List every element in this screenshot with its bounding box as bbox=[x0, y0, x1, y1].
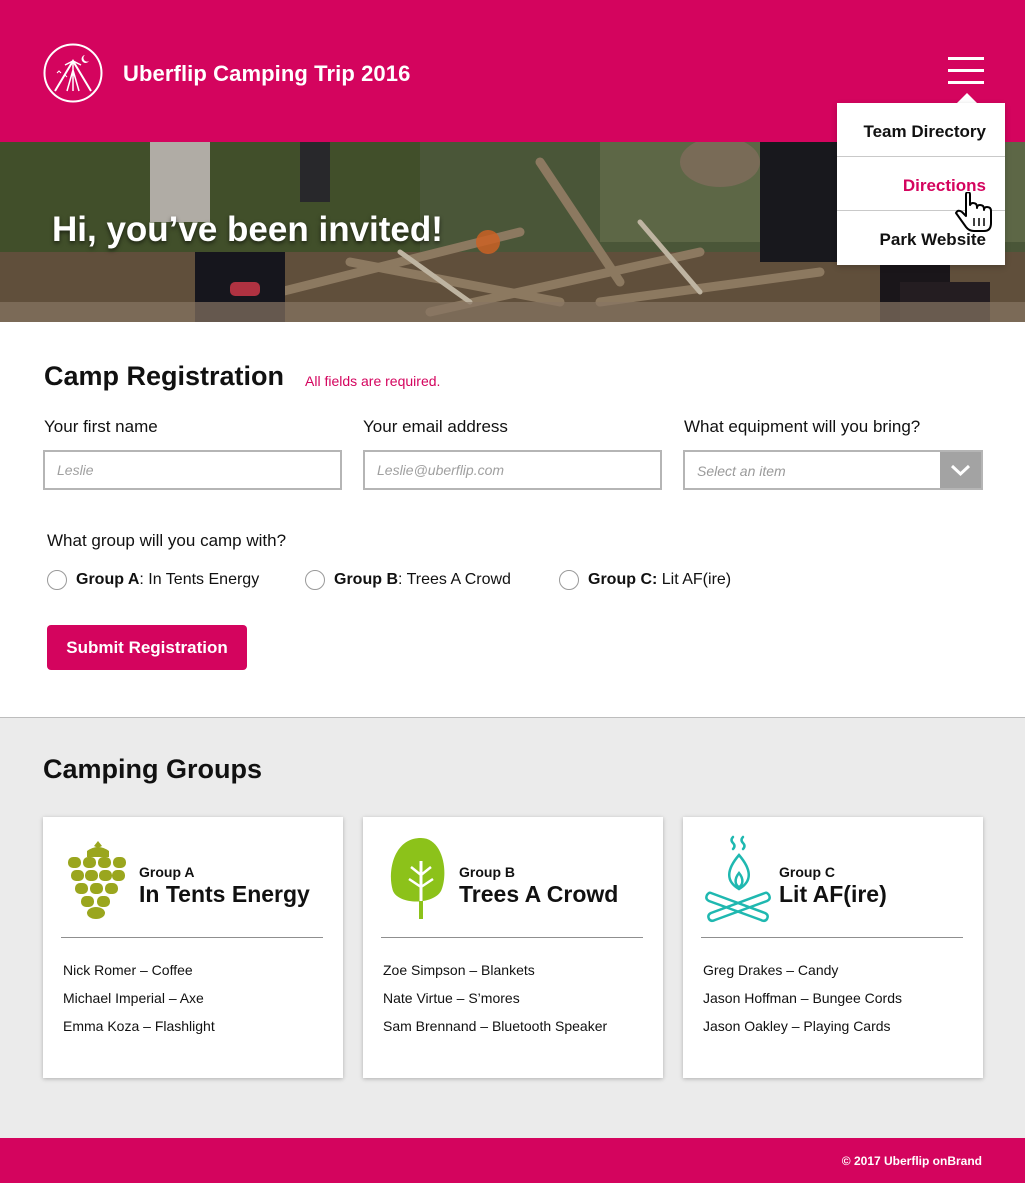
group-c-sub: Group C bbox=[779, 864, 835, 880]
email-input[interactable] bbox=[363, 450, 662, 490]
camping-groups-section: Camping Groups Group A In Tents Energy N… bbox=[0, 717, 1025, 1138]
radio-group-b-name: Trees A Crowd bbox=[402, 571, 511, 588]
radio-group-a-key: Group A bbox=[76, 571, 140, 588]
required-note: All fields are required. bbox=[305, 373, 441, 389]
radio-group-c-name: Lit AF(ire) bbox=[657, 571, 732, 588]
pinecone-icon bbox=[68, 841, 126, 919]
group-b-sub: Group B bbox=[459, 864, 515, 880]
tree-icon bbox=[390, 838, 445, 919]
hamburger-menu-icon[interactable] bbox=[948, 57, 984, 85]
member-item: Jason Oakley – Playing Cards bbox=[703, 1018, 891, 1034]
hand-cursor-icon bbox=[955, 192, 992, 232]
member-item: Nate Virtue – S’mores bbox=[383, 990, 520, 1006]
divider bbox=[61, 937, 323, 938]
equipment-select[interactable]: Select an item bbox=[683, 450, 983, 490]
member-item: Greg Drakes – Candy bbox=[703, 962, 839, 978]
hero-headline: Hi, you’ve been invited! bbox=[52, 210, 443, 249]
site-footer: © 2017 Uberflip onBrand bbox=[0, 1138, 1025, 1183]
group-card-a: Group A In Tents Energy Nick Romer – Cof… bbox=[43, 817, 343, 1078]
group-a-sub: Group A bbox=[139, 864, 195, 880]
member-item: Michael Imperial – Axe bbox=[63, 990, 204, 1006]
group-card-b: Group B Trees A Crowd Zoe Simpson – Blan… bbox=[363, 817, 663, 1078]
equipment-select-value: Select an item bbox=[697, 463, 786, 479]
groups-title: Camping Groups bbox=[43, 754, 263, 784]
divider bbox=[381, 937, 643, 938]
radio-group-a-name: In Tents Energy bbox=[143, 571, 260, 588]
chevron-down-icon bbox=[950, 464, 971, 477]
group-question-label: What group will you camp with? bbox=[47, 531, 287, 550]
site-title: Uberflip Camping Trip 2016 bbox=[123, 61, 411, 86]
group-b-name: Trees A Crowd bbox=[459, 881, 619, 907]
group-c-name: Lit AF(ire) bbox=[779, 881, 887, 907]
radio-group-b-key: Group B bbox=[334, 571, 398, 588]
group-a-members: Nick Romer – Coffee Michael Imperial – A… bbox=[63, 962, 215, 1046]
member-item: Nick Romer – Coffee bbox=[63, 962, 193, 978]
member-item: Emma Koza – Flashlight bbox=[63, 1018, 215, 1034]
group-b-members: Zoe Simpson – Blankets Nate Virtue – S’m… bbox=[383, 962, 607, 1046]
nav-item-team-directory[interactable]: Team Directory bbox=[837, 103, 1005, 157]
nav-dropdown-menu: Team Directory Directions Park Website bbox=[837, 103, 1005, 265]
radio-group-a[interactable]: Group A: In Tents Energy bbox=[47, 569, 259, 591]
submit-registration-button[interactable]: Submit Registration bbox=[47, 625, 247, 670]
group-c-members: Greg Drakes – Candy Jason Hoffman – Bung… bbox=[703, 962, 902, 1046]
footer-copyright: © 2017 Uberflip onBrand bbox=[841, 1154, 982, 1168]
tent-logo-icon[interactable] bbox=[43, 43, 103, 103]
select-arrow-button[interactable] bbox=[940, 452, 981, 488]
radio-circle[interactable] bbox=[559, 570, 579, 590]
member-item: Zoe Simpson – Blankets bbox=[383, 962, 535, 978]
radio-group-c[interactable]: Group C: Lit AF(ire) bbox=[559, 569, 731, 591]
member-item: Sam Brennand – Bluetooth Speaker bbox=[383, 1018, 608, 1034]
radio-group-b[interactable]: Group B: Trees A Crowd bbox=[305, 569, 511, 591]
menu-caret bbox=[957, 93, 977, 103]
first-name-input[interactable] bbox=[43, 450, 342, 490]
first-name-label: Your first name bbox=[44, 417, 158, 436]
registration-title: Camp Registration bbox=[44, 361, 285, 391]
equipment-label: What equipment will you bring? bbox=[684, 417, 921, 436]
group-a-name: In Tents Energy bbox=[139, 881, 310, 907]
member-item: Jason Hoffman – Bungee Cords bbox=[703, 990, 902, 1006]
radio-circle[interactable] bbox=[47, 570, 67, 590]
radio-group-c-key: Group C: bbox=[588, 571, 658, 588]
email-label: Your email address bbox=[363, 417, 508, 436]
divider bbox=[701, 937, 963, 938]
radio-circle[interactable] bbox=[305, 570, 325, 590]
group-card-c: Group C Lit AF(ire) Greg Drakes – Candy … bbox=[683, 817, 983, 1078]
campfire-icon bbox=[705, 835, 771, 923]
